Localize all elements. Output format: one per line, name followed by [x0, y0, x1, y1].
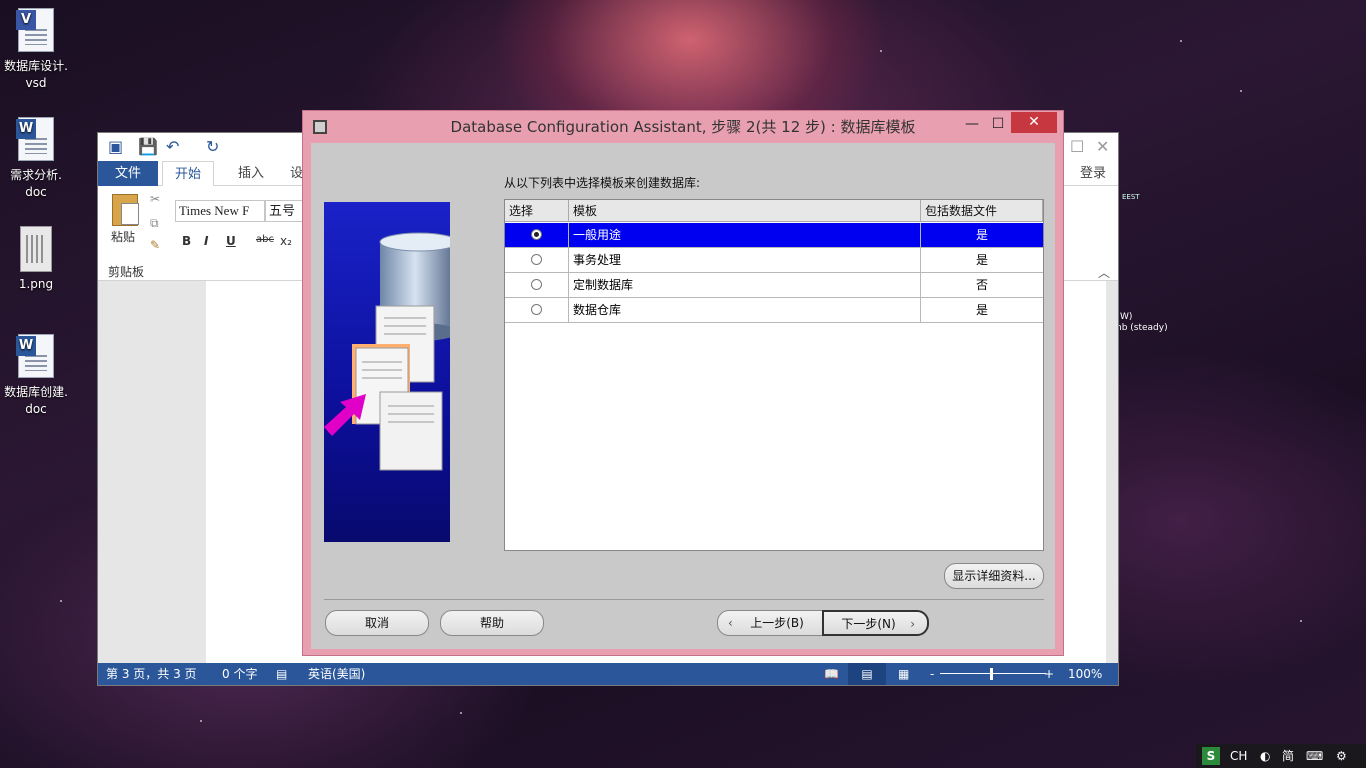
bold-button[interactable]: B	[182, 234, 191, 248]
desktop-icon-ext: doc	[25, 185, 47, 199]
simplified-mode[interactable]: 简	[1282, 744, 1294, 768]
font-size-select[interactable]: 五号	[265, 200, 305, 222]
page-count[interactable]: 第 3 页，共 3 页	[106, 663, 197, 685]
template-name: 数据仓库	[569, 298, 921, 322]
back-button-label: 上一步(B)	[750, 616, 804, 630]
settings-icon[interactable]: ⚙	[1336, 744, 1347, 768]
language-indicator[interactable]: CH	[1230, 744, 1247, 768]
zoom-out-button[interactable]: -	[930, 663, 934, 685]
desktop-icon-requirements-doc[interactable]: W 需求分析. doc	[0, 117, 72, 201]
input-method-icon[interactable]: S	[1202, 747, 1220, 765]
desktop-icon-ext: doc	[25, 402, 47, 416]
desktop-icon-label: 数据库设计.	[4, 59, 68, 73]
desktop-icon-label: 需求分析.	[10, 168, 62, 182]
underline-button[interactable]: U	[226, 234, 236, 248]
includes-datafiles: 是	[975, 228, 988, 242]
redo-icon[interactable]: ↻	[206, 137, 219, 156]
table-row[interactable]: 事务处理 是	[505, 248, 1043, 273]
tab-file[interactable]: 文件	[98, 161, 158, 186]
zoom-in-button[interactable]: +	[1044, 663, 1054, 685]
desktop-icon-db-create-doc[interactable]: W 数据库创建. doc	[0, 334, 72, 418]
template-name: 定制数据库	[569, 273, 921, 297]
dialog-body: 从以下列表中选择模板来创建数据库: 选择 模板 包括数据文件 一般用途 是 事务…	[311, 143, 1055, 649]
table-row[interactable]: 定制数据库 否	[505, 273, 1043, 298]
collapse-ribbon-icon[interactable]: ︿	[1098, 264, 1110, 281]
undo-icon[interactable]: ↶	[166, 137, 179, 156]
help-button[interactable]: 帮助	[440, 610, 544, 636]
next-button-label: 下一步(N)	[841, 617, 896, 631]
paste-icon[interactable]	[112, 194, 139, 226]
word-count[interactable]: 0 个字	[222, 663, 257, 685]
login-link[interactable]: 登录	[1068, 161, 1118, 186]
next-button[interactable]: 下一步(N) ›	[822, 610, 929, 636]
show-details-button[interactable]: 显示详细资料...	[944, 563, 1044, 589]
template-name: 事务处理	[569, 248, 921, 272]
format-painter-icon[interactable]: ✎	[150, 238, 160, 252]
desktop-icon-label: 数据库创建.	[4, 385, 68, 399]
includes-datafiles: 是	[975, 303, 988, 317]
image-file-icon	[20, 226, 52, 272]
moon-icon[interactable]: ◐	[1260, 744, 1270, 768]
word-app-icon: ▣	[108, 137, 124, 156]
desktop-icon-visio-file[interactable]: V 数据库设计. vsd	[0, 8, 72, 92]
includes-datafiles: 否	[975, 278, 988, 292]
template-name: 一般用途	[569, 223, 921, 247]
chevron-left-icon: ‹	[728, 616, 733, 630]
copy-icon[interactable]: ⧉	[150, 216, 159, 231]
database-illustration	[324, 202, 459, 542]
back-button[interactable]: ‹ 上一步(B)	[717, 610, 823, 636]
background-text: EEST	[1122, 193, 1140, 201]
template-radio[interactable]	[531, 229, 542, 240]
dbca-dialog: Database Configuration Assistant, 步骤 2(共…	[302, 110, 1064, 656]
close-button[interactable]: ✕	[1011, 112, 1057, 133]
template-radio[interactable]	[531, 304, 542, 315]
template-radio[interactable]	[531, 254, 542, 265]
tab-home[interactable]: 开始	[162, 161, 215, 186]
italic-button[interactable]: I	[204, 234, 208, 248]
language-indicator[interactable]: 英语(美国)	[308, 663, 365, 685]
table-row[interactable]: 一般用途 是	[505, 223, 1043, 248]
table-row[interactable]: 数据仓库 是	[505, 298, 1043, 323]
read-mode-icon[interactable]: 📖	[824, 663, 839, 685]
maximize-icon[interactable]: ☐	[1070, 137, 1084, 156]
proofing-icon[interactable]: ▤	[276, 663, 287, 685]
clipboard-group-label: 剪贴板	[108, 265, 145, 279]
tab-insert[interactable]: 插入	[226, 161, 276, 186]
separator	[324, 599, 1044, 600]
cut-icon[interactable]: ✂	[150, 192, 160, 206]
keyboard-icon[interactable]: ⌨	[1306, 744, 1323, 768]
includes-datafiles: 是	[975, 253, 988, 267]
system-tray: S CH ◐ 简 ⌨ ⚙	[1196, 744, 1366, 768]
font-name-select[interactable]: Times New F	[175, 200, 265, 222]
background-text: W)	[1120, 312, 1133, 322]
paste-button[interactable]: 粘贴	[111, 228, 135, 245]
column-header-includes-datafiles[interactable]: 包括数据文件	[921, 200, 1043, 222]
dialog-title: Database Configuration Assistant, 步骤 2(共…	[450, 118, 916, 136]
print-layout-icon[interactable]: ▤	[848, 663, 886, 685]
column-header-template[interactable]: 模板	[569, 200, 921, 222]
save-icon[interactable]: 💾	[138, 137, 158, 156]
desktop-icon-label: 1.png	[18, 277, 54, 291]
word-icon: W	[16, 336, 36, 356]
template-radio[interactable]	[531, 279, 542, 290]
desktop-icon-png-file[interactable]: 1.png	[0, 226, 72, 293]
strikethrough-button[interactable]: abc	[256, 234, 274, 245]
word-statusbar: 第 3 页，共 3 页 0 个字 ▤ 英语(美国) 📖 ▤ ▦ - + 100%	[98, 663, 1118, 685]
template-table: 选择 模板 包括数据文件 一般用途 是 事务处理 是 定制数据库 否 数据仓库	[504, 199, 1044, 551]
desktop-icon-ext: vsd	[25, 76, 47, 90]
zoom-level[interactable]: 100%	[1068, 663, 1102, 685]
web-layout-icon[interactable]: ▦	[898, 663, 909, 685]
background-text: nb (steady)	[1116, 323, 1168, 333]
instruction-text: 从以下列表中选择模板来创建数据库:	[504, 176, 701, 190]
column-header-select[interactable]: 选择	[505, 200, 569, 222]
visio-icon: V	[16, 10, 36, 30]
close-icon[interactable]: ✕	[1096, 137, 1109, 156]
subscript-button[interactable]: x₂	[280, 234, 292, 248]
chevron-right-icon: ›	[910, 617, 915, 631]
cancel-button[interactable]: 取消	[325, 610, 429, 636]
maximize-button[interactable]: ☐	[983, 115, 1013, 135]
zoom-slider-thumb[interactable]	[990, 668, 993, 680]
word-icon: W	[16, 119, 36, 139]
zoom-slider[interactable]	[940, 673, 1046, 674]
